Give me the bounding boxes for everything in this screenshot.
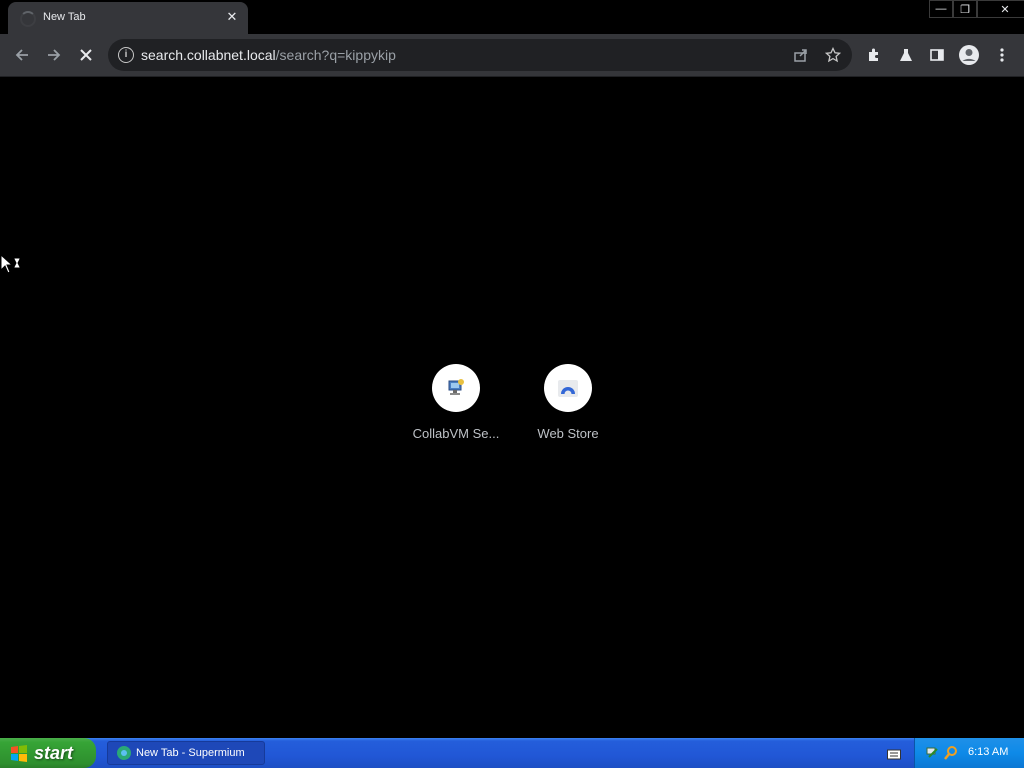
url-host: search.collabnet.local [141, 47, 276, 63]
share-icon[interactable] [791, 45, 811, 65]
shortcut-tile [432, 364, 480, 412]
bookmark-star-icon[interactable] [823, 45, 843, 65]
new-tab-page: CollabVM Se... Web Store [0, 77, 1024, 738]
busy-cursor-icon [0, 253, 24, 281]
shortcut-web-store[interactable]: Web Store [518, 364, 618, 441]
system-tray: 6:13 AM [914, 738, 1024, 768]
menu-kebab-icon[interactable] [991, 44, 1013, 66]
shortcut-collabvm[interactable]: CollabVM Se... [406, 364, 506, 441]
taskbar-button-supermium[interactable]: New Tab - Supermium [107, 741, 265, 765]
web-store-icon [558, 380, 578, 397]
stop-x-icon [80, 49, 92, 61]
keyboard-language-icon[interactable] [887, 747, 901, 765]
close-window-button[interactable]: ✕ [977, 0, 1024, 18]
forward-arrow-icon [48, 49, 61, 61]
forward-button[interactable] [43, 44, 65, 66]
url-text[interactable]: search.collabnet.local/search?q=kippykip [141, 47, 396, 63]
site-info-icon[interactable]: i [118, 47, 134, 63]
address-bar[interactable]: i search.collabnet.local/search?q=kippyk… [108, 39, 852, 71]
restore-button[interactable]: ❐ [953, 0, 977, 18]
stop-loading-button[interactable] [75, 44, 97, 66]
taskbar-button-label: New Tab - Supermium [136, 747, 245, 759]
network-icon[interactable] [925, 745, 941, 761]
shortcut-tile [544, 364, 592, 412]
minimize-button[interactable]: — [929, 0, 953, 18]
back-button[interactable] [11, 44, 33, 66]
tab-close-button[interactable]: ✕ [224, 8, 240, 26]
labs-flask-icon[interactable] [895, 44, 917, 66]
url-path: /search?q=kippykip [275, 47, 396, 63]
taskbar: start New Tab - Supermium 6:13 AM [0, 738, 1024, 768]
extensions-puzzle-icon[interactable] [863, 44, 885, 66]
loading-spinner-icon [20, 11, 36, 27]
search-tray-icon[interactable] [943, 745, 959, 761]
supermium-icon [117, 746, 131, 760]
start-button[interactable]: start [0, 738, 96, 768]
collabvm-icon [448, 379, 464, 395]
shortcut-label: Web Store [537, 426, 599, 441]
window-controls: — ❐ ✕ [929, 0, 1024, 18]
tab-new-tab[interactable]: New Tab ✕ [8, 2, 248, 34]
shortcut-label: CollabVM Se... [412, 426, 500, 441]
clock[interactable]: 6:13 AM [968, 746, 1008, 758]
back-arrow-icon [15, 49, 28, 61]
start-label: start [34, 742, 74, 763]
profile-avatar-icon[interactable] [958, 44, 980, 66]
browser-toolbar: i search.collabnet.local/search?q=kippyk… [0, 34, 1024, 77]
windows-flag-icon [11, 745, 27, 762]
side-panel-icon[interactable] [926, 44, 948, 66]
tab-strip: New Tab ✕ — ❐ ✕ [0, 0, 1024, 34]
tab-title: New Tab [43, 11, 86, 23]
